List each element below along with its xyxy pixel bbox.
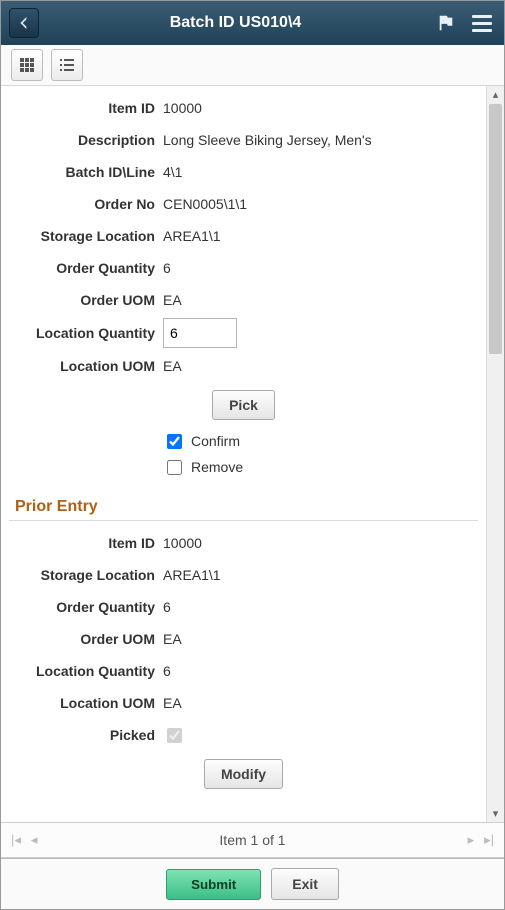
order-no-value: CEN0005\1\1 — [163, 194, 247, 214]
order-no-label: Order No — [5, 196, 163, 212]
storage-location-value: AREA1\1 — [163, 226, 221, 246]
item-id-value: 10000 — [163, 98, 202, 118]
location-qty-label: Location Quantity — [5, 325, 163, 341]
order-uom-label: Order UOM — [5, 292, 163, 308]
exit-button[interactable]: Exit — [271, 868, 339, 900]
prior-loc-qty-value: 6 — [163, 661, 171, 681]
vertical-scrollbar[interactable]: ▴ ▾ — [486, 86, 504, 822]
prior-loc-uom-label: Location UOM — [5, 695, 163, 711]
flag-icon[interactable] — [432, 9, 460, 37]
pick-button[interactable]: Pick — [212, 390, 275, 420]
location-uom-label: Location UOM — [5, 358, 163, 374]
prior-order-uom-label: Order UOM — [5, 631, 163, 647]
grid-view-button[interactable] — [11, 49, 43, 81]
confirm-label: Confirm — [191, 433, 240, 449]
prior-storage-label: Storage Location — [5, 567, 163, 583]
pager-prev-icon[interactable]: ◂ — [31, 832, 38, 848]
content-area: Item ID10000 DescriptionLong Sleeve Biki… — [1, 86, 504, 822]
remove-label: Remove — [191, 459, 243, 475]
description-label: Description — [5, 132, 163, 148]
back-button[interactable] — [9, 8, 39, 38]
scroll-body: Item ID10000 DescriptionLong Sleeve Biki… — [1, 86, 486, 822]
pager-next-icon[interactable]: ▸ — [468, 832, 475, 848]
storage-location-label: Storage Location — [5, 228, 163, 244]
scroll-down-arrow[interactable]: ▾ — [487, 805, 504, 822]
order-qty-value: 6 — [163, 258, 171, 278]
description-value: Long Sleeve Biking Jersey, Men's — [163, 130, 372, 150]
prior-storage-value: AREA1\1 — [163, 565, 221, 585]
prior-order-uom-value: EA — [163, 629, 182, 649]
app-window: Batch ID US010\4 Item ID10000 Descriptio… — [0, 0, 505, 910]
modify-button[interactable]: Modify — [204, 759, 283, 789]
batch-line-value: 4\1 — [163, 162, 182, 182]
prior-order-qty-value: 6 — [163, 597, 171, 617]
header-bar: Batch ID US010\4 — [1, 1, 504, 45]
prior-item-id-value: 10000 — [163, 533, 202, 553]
prior-order-qty-label: Order Quantity — [5, 599, 163, 615]
view-toolbar — [1, 45, 504, 86]
prior-picked-checkbox — [167, 728, 182, 743]
batch-line-label: Batch ID\Line — [5, 164, 163, 180]
footer-bar: Submit Exit — [1, 858, 504, 909]
prior-picked-label: Picked — [5, 727, 163, 743]
pager-first-icon[interactable]: |◂ — [11, 832, 21, 848]
list-view-button[interactable] — [51, 49, 83, 81]
prior-loc-qty-label: Location Quantity — [5, 663, 163, 679]
location-uom-value: EA — [163, 356, 182, 376]
order-uom-value: EA — [163, 290, 182, 310]
hamburger-menu-icon[interactable] — [468, 9, 496, 37]
prior-loc-uom-value: EA — [163, 693, 182, 713]
item-id-label: Item ID — [5, 100, 163, 116]
grid-icon — [19, 57, 35, 73]
pager-text: Item 1 of 1 — [219, 832, 285, 848]
chevron-left-icon — [18, 17, 30, 29]
pager-bar: |◂ ◂ Item 1 of 1 ▸ ▸| — [1, 822, 504, 858]
page-title: Batch ID US010\4 — [39, 14, 432, 32]
scroll-thumb[interactable] — [489, 104, 502, 354]
pager-last-icon[interactable]: ▸| — [484, 832, 494, 848]
order-qty-label: Order Quantity — [5, 260, 163, 276]
prior-item-id-label: Item ID — [5, 535, 163, 551]
remove-checkbox[interactable] — [167, 460, 182, 475]
scroll-up-arrow[interactable]: ▴ — [487, 86, 504, 103]
list-icon — [59, 57, 75, 73]
confirm-checkbox[interactable] — [167, 434, 182, 449]
location-qty-input[interactable] — [163, 318, 237, 348]
submit-button[interactable]: Submit — [166, 869, 261, 900]
prior-entry-heading: Prior Entry — [9, 484, 478, 521]
